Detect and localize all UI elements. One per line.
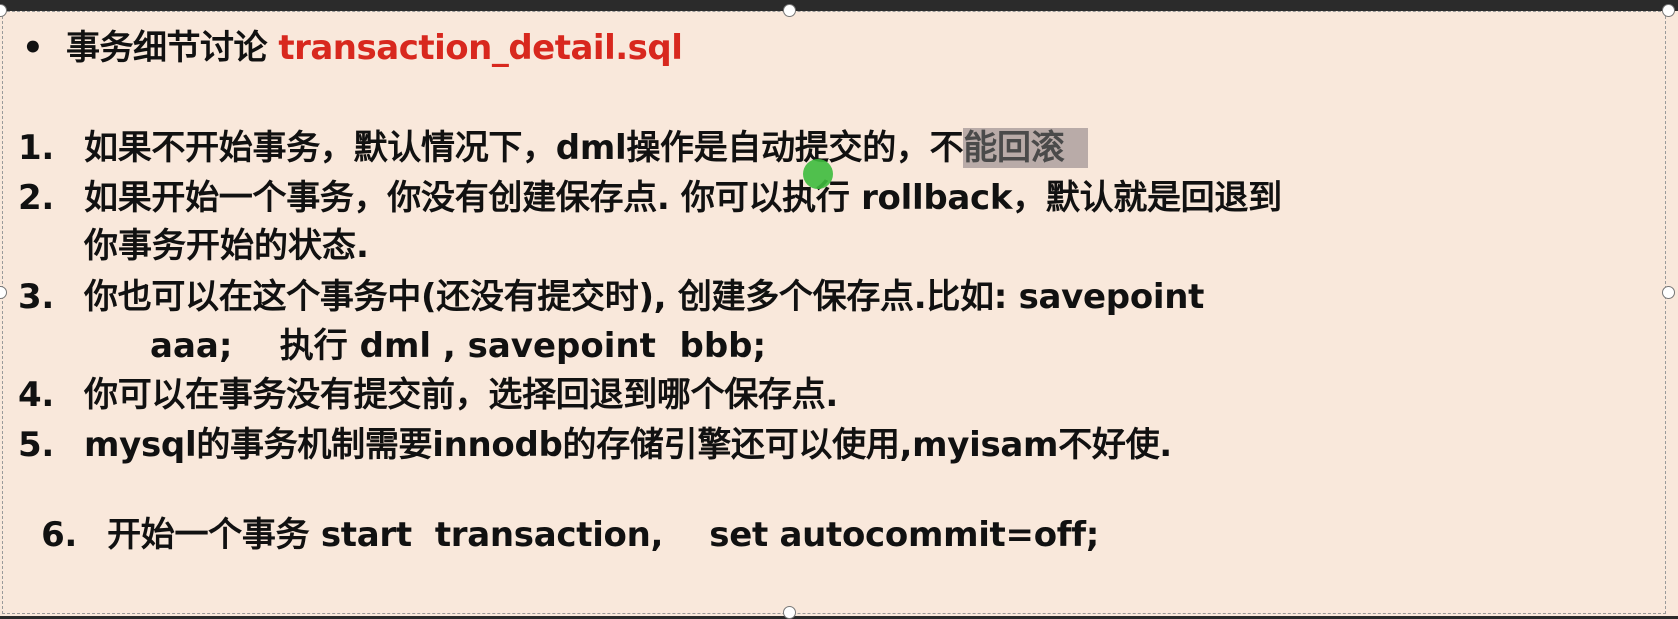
item-text: 如果开始一个事务，你没有创建保存点. 你可以执行 rollback，默认就是回退… <box>84 178 1282 218</box>
item-number: 4. <box>18 375 54 415</box>
item-number: 2. <box>18 178 54 218</box>
item-text: 如果不开始事务，默认情况下，dml操作是自动提交的，不 <box>84 128 964 168</box>
item-number: 5. <box>18 425 54 465</box>
item-text: 你也可以在这个事务中(还没有提交时), 创建多个保存点.比如: savepoin… <box>84 277 1205 317</box>
item-number: 6. <box>41 515 78 555</box>
window-top-bar <box>0 0 1678 11</box>
item-number: 3. <box>18 277 54 317</box>
title-filename: transaction_detail.sql <box>278 28 683 68</box>
item-number: 1. <box>18 128 54 168</box>
resize-handle-middle-right[interactable] <box>1662 286 1675 299</box>
list-item-6: 6. 开始一个事务 start transaction, set autocomm… <box>18 467 1099 556</box>
list-item-4: 4. 你可以在事务没有提交前，选择回退到哪个保存点. <box>18 367 838 416</box>
resize-handle-bottom-center[interactable] <box>783 606 796 619</box>
list-item-5: 5. mysql的事务机制需要innodb的存储引擎还可以使用,myisam不好使… <box>18 417 1172 466</box>
list-item-3-continuation: aaa; 执行 dml , savepoint bbb; <box>150 326 767 366</box>
resize-handle-top-right[interactable] <box>1662 4 1675 17</box>
list-item-2: 2. 如果开始一个事务，你没有创建保存点. 你可以执行 rollback，默认就是… <box>18 170 1282 219</box>
item-text: 你可以在事务没有提交前，选择回退到哪个保存点. <box>84 375 839 415</box>
list-item-1: 1. 如果不开始事务，默认情况下，dml操作是自动提交的，不能回滚 <box>18 120 1089 169</box>
item-text: 开始一个事务 start transaction, set autocommit… <box>107 515 1100 555</box>
title-text: 事务细节讨论 <box>66 28 268 68</box>
list-item-2-continuation: 你事务开始的状态. <box>84 226 369 266</box>
item-text: mysql的事务机制需要innodb的存储引擎还可以使用,myisam不好使. <box>84 425 1172 465</box>
bullet-icon: • <box>22 28 44 68</box>
list-item-3: 3. 你也可以在这个事务中(还没有提交时), 创建多个保存点.比如: savepo… <box>18 269 1204 318</box>
slide-title: • 事务细节讨论 transaction_detail.sql <box>22 20 683 69</box>
pointer-cursor-icon <box>803 159 833 189</box>
selected-text[interactable]: 能回滚 <box>963 128 1089 168</box>
resize-handle-top-center[interactable] <box>783 4 796 17</box>
